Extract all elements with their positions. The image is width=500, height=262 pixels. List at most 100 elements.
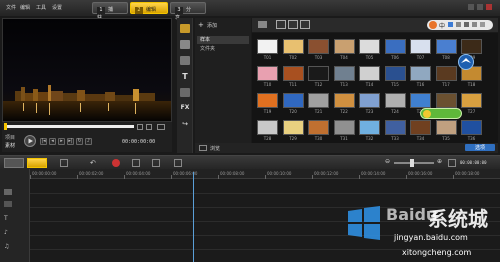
transition-icon[interactable]	[180, 56, 190, 65]
library-thumbnail[interactable]	[410, 66, 431, 81]
storyboard-view-button[interactable]	[4, 158, 24, 168]
library-thumbnail[interactable]	[435, 39, 457, 54]
maximize-icon[interactable]	[477, 4, 483, 10]
library-thumbnail[interactable]	[359, 39, 380, 54]
library-thumbnail[interactable]	[410, 93, 431, 108]
library-thumbnail[interactable]	[435, 66, 457, 81]
library-thumbnail[interactable]	[333, 93, 355, 108]
timeline-ruler[interactable]: 00:00:00:00 00:00:02:00 00:00:04:00 00:00:0…	[30, 169, 500, 179]
volume-icon[interactable]: ♪	[85, 138, 92, 145]
library-thumbnail[interactable]	[359, 120, 380, 135]
library-thumbnail[interactable]	[435, 93, 457, 108]
library-thumbnail[interactable]	[333, 39, 355, 54]
library-thumbnail[interactable]	[461, 120, 482, 135]
fit-project-icon[interactable]	[448, 159, 456, 167]
menu-edit[interactable]: 编辑	[20, 4, 30, 11]
library-thumbnail[interactable]	[257, 93, 278, 108]
library-thumbnail[interactable]	[333, 120, 355, 135]
title-track-icon[interactable]: T	[4, 215, 8, 222]
library-thumbnail[interactable]	[410, 120, 431, 135]
library-thumbnail[interactable]	[333, 66, 355, 81]
library-thumbnail[interactable]	[384, 66, 406, 81]
input-method-icon[interactable]	[429, 21, 437, 29]
library-thumbnail[interactable]	[384, 39, 406, 54]
record-icon[interactable]	[112, 159, 120, 167]
tab-capture[interactable]: 1捕获	[92, 2, 128, 21]
tab-share[interactable]: 3分享	[170, 2, 206, 21]
tray-icon[interactable]	[480, 22, 485, 27]
split-clip-icon[interactable]	[157, 124, 165, 130]
speed-badge[interactable]	[420, 108, 462, 119]
browse-label[interactable]: 浏览	[210, 145, 220, 152]
close-icon[interactable]	[486, 4, 492, 10]
next-frame-icon[interactable]: ▸	[58, 138, 65, 145]
language-icon[interactable]: 中	[439, 21, 445, 30]
zoom-slider-handle[interactable]	[410, 159, 414, 167]
library-thumbnail[interactable]	[384, 93, 406, 108]
undo-icon[interactable]: ↶	[90, 159, 96, 167]
menu-tools[interactable]: 工具	[36, 4, 46, 11]
library-thumbnail[interactable]	[282, 120, 304, 135]
library-thumbnail[interactable]	[359, 93, 380, 108]
track-manager-icon[interactable]	[60, 159, 68, 167]
library-thumbnail[interactable]	[308, 120, 329, 135]
graphics-icon[interactable]	[180, 88, 190, 97]
scrub-handle[interactable]	[4, 123, 7, 130]
floating-bird-icon[interactable]	[458, 54, 474, 70]
filter-icon[interactable]: FX	[180, 104, 190, 113]
instant-project-icon[interactable]	[180, 40, 190, 49]
repeat-icon[interactable]: ↻	[76, 138, 83, 145]
path-icon[interactable]: ↪	[180, 120, 190, 129]
auto-music-icon[interactable]	[152, 159, 160, 167]
mode-clip[interactable]: 素材	[5, 142, 15, 149]
voice-track-icon[interactable]: ♪	[4, 229, 8, 236]
options-button[interactable]: 选项	[465, 144, 495, 151]
zoom-out-icon[interactable]: ⊖	[385, 158, 390, 165]
tray-icon[interactable]	[448, 22, 453, 27]
timeline-view-button[interactable]	[27, 158, 47, 168]
zoom-slider[interactable]	[394, 162, 434, 164]
folder-icon[interactable]	[258, 21, 267, 28]
tab-edit[interactable]: 2 编辑	[130, 2, 168, 14]
show-video-icon[interactable]	[276, 20, 286, 29]
library-thumbnail[interactable]	[308, 39, 329, 54]
overlay-track-icon[interactable]	[4, 201, 12, 207]
folder-item-samples[interactable]: 样本	[197, 36, 249, 44]
library-thumbnail[interactable]	[257, 66, 278, 81]
library-thumbnail[interactable]	[308, 93, 329, 108]
folder-item-folders[interactable]: 文件夹	[197, 45, 249, 53]
timecode-display[interactable]: 00:00:00:00	[122, 139, 155, 145]
tray-icon[interactable]	[472, 22, 477, 27]
home-icon[interactable]: |◂	[40, 138, 47, 145]
zoom-in-icon[interactable]: ⊕	[437, 158, 442, 165]
menu-settings[interactable]: 设置	[52, 4, 62, 11]
add-folder-icon[interactable]: +	[198, 21, 204, 29]
library-thumbnail[interactable]	[359, 66, 380, 81]
music-track-icon[interactable]: ♫	[4, 243, 9, 250]
show-photo-icon[interactable]	[288, 20, 298, 29]
library-thumbnail[interactable]	[282, 39, 304, 54]
menu-file[interactable]: 文件	[6, 4, 16, 11]
mark-in-icon[interactable]	[137, 124, 143, 130]
motion-tracking-icon[interactable]	[174, 159, 182, 167]
minimize-icon[interactable]	[468, 4, 474, 10]
title-icon[interactable]: T	[180, 72, 190, 81]
audio-mix-icon[interactable]	[132, 159, 140, 167]
library-thumbnail[interactable]	[435, 120, 457, 135]
library-thumbnail[interactable]	[410, 39, 431, 54]
library-thumbnail[interactable]	[282, 93, 304, 108]
play-button[interactable]	[24, 135, 36, 147]
video-track-icon[interactable]	[4, 189, 12, 195]
library-thumbnail[interactable]	[461, 93, 482, 108]
library-thumbnail[interactable]	[257, 39, 278, 54]
library-thumbnail[interactable]	[461, 39, 482, 54]
library-thumbnail[interactable]	[384, 120, 406, 135]
mode-project[interactable]: 项目	[5, 134, 15, 141]
library-thumbnail[interactable]	[257, 120, 278, 135]
tray-icon[interactable]	[456, 22, 461, 27]
scrub-bar[interactable]	[4, 125, 134, 128]
mark-out-icon[interactable]	[146, 124, 152, 130]
browse-icon[interactable]	[199, 145, 207, 151]
playhead[interactable]	[193, 172, 194, 262]
previous-frame-icon[interactable]: ◂	[49, 138, 56, 145]
